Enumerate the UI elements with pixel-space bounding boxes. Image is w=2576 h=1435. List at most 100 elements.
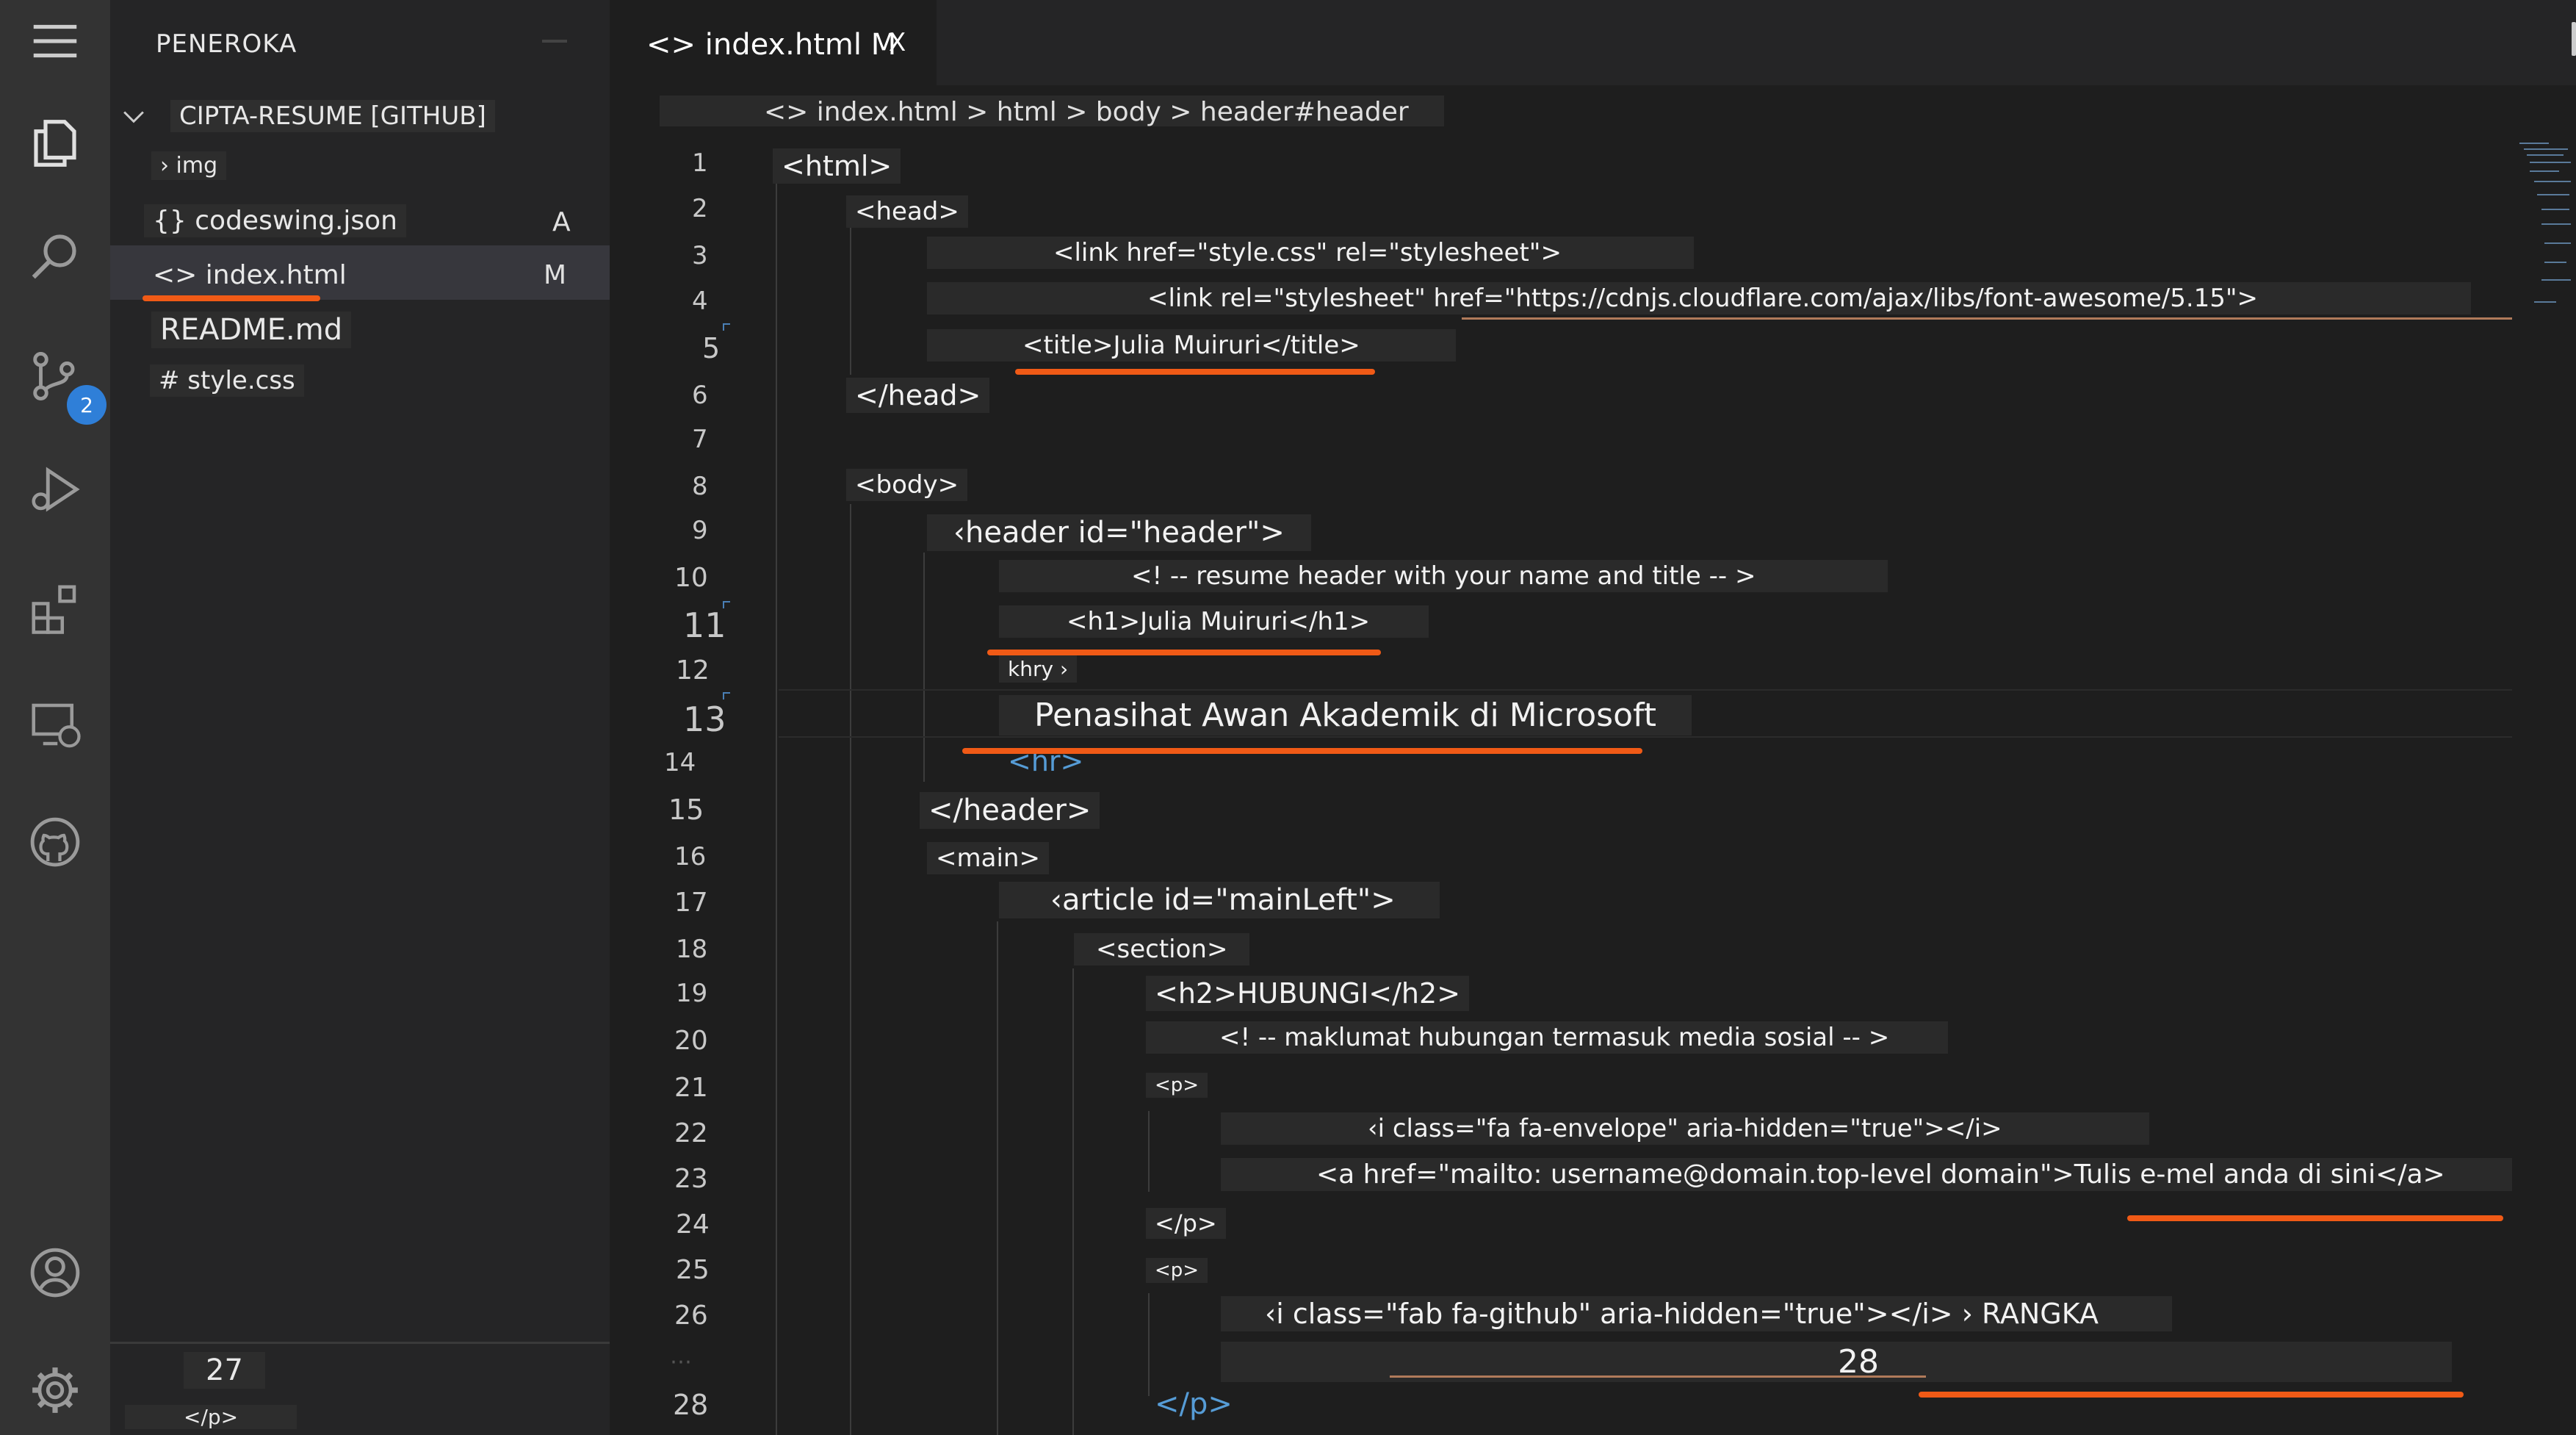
indent-guide	[1072, 968, 1074, 1435]
line-number: 1	[692, 148, 708, 178]
code-line[interactable]: <! -- resume header with your name and t…	[999, 560, 1888, 592]
tab-index-html[interactable]: <> index.html M X	[610, 0, 937, 85]
code-line[interactable]: <p>	[1146, 1258, 1208, 1283]
files-icon[interactable]	[17, 105, 93, 181]
code-line[interactable]: <link href="style.css" rel="stylesheet">	[927, 237, 1694, 269]
menu-icon[interactable]	[17, 3, 93, 79]
line-number: 17	[674, 888, 708, 918]
extensions-icon[interactable]	[17, 570, 93, 647]
search-icon[interactable]	[17, 217, 93, 294]
tree-item-codeswing-json[interactable]: {} codeswing.json	[144, 204, 406, 237]
annotation-underline	[987, 650, 1381, 655]
annotation-underline	[962, 748, 1642, 754]
indent-guide	[1148, 1293, 1150, 1396]
code-line[interactable]: khry ›	[999, 655, 1078, 683]
line-number: 12	[676, 655, 710, 686]
minimap-line	[2524, 148, 2568, 150]
github-icon[interactable]	[17, 804, 93, 880]
minimap-line	[2530, 162, 2571, 163]
indent-guide	[1148, 1111, 1150, 1192]
annotation-underline	[1919, 1392, 2464, 1398]
editor-actions-edge	[2572, 22, 2576, 56]
line-number: 3	[692, 241, 708, 270]
minimap-line	[2537, 194, 2569, 195]
code-line[interactable]: <! -- maklumat hubungan termasuk media s…	[1146, 1021, 1949, 1054]
annotation-underline	[142, 295, 320, 301]
fold-marker	[723, 692, 730, 699]
minimap[interactable]	[2512, 132, 2576, 1435]
chevron-down-icon	[123, 111, 144, 123]
code-line[interactable]: <link rel="stylesheet" href="https://cdn…	[927, 282, 2472, 314]
breadcrumb-path[interactable]: <> index.html > html > body > header#hea…	[764, 97, 1409, 127]
minimap-line	[2527, 154, 2564, 156]
code-line[interactable]: <h1>Julia Muiruri</h1>	[999, 605, 1429, 638]
tree-item-img[interactable]: › img	[151, 151, 227, 180]
code-line[interactable]: </header>	[920, 792, 1100, 829]
annotation-underline	[2127, 1215, 2503, 1221]
code-line[interactable]: <head>	[846, 195, 968, 228]
git-status-modified: M	[544, 260, 567, 290]
remote-explorer-icon[interactable]	[17, 686, 93, 763]
line-number: 26	[674, 1301, 708, 1331]
explorer-sidebar: PENEROKA CIPTA-RESUME [GITHUB] › img {} …	[110, 0, 610, 1435]
close-icon[interactable]: X	[889, 28, 906, 57]
workspace-folder[interactable]: CIPTA-RESUME [GITHUB]	[110, 94, 610, 137]
code-line[interactable]: ‹i class="fa fa-envelope" aria-hidden="t…	[1221, 1112, 2149, 1145]
code-line[interactable]: <html>	[773, 148, 901, 184]
fold-marker	[723, 323, 730, 331]
indent-guide	[923, 553, 925, 782]
outline-code-snippet: </p>	[125, 1405, 297, 1429]
line-number: 6	[692, 381, 708, 410]
line-number: 28	[673, 1389, 709, 1421]
git-status-added: A	[552, 207, 571, 237]
editor-tab-bar: <> index.html M X	[610, 0, 2576, 85]
annotation-underline	[1015, 369, 1375, 375]
tree-item-index-html[interactable]: <> index.html	[144, 259, 356, 292]
panel-divider	[110, 1342, 610, 1344]
code-line[interactable]	[846, 423, 864, 426]
minimap-line	[2534, 301, 2556, 303]
line-number: 2	[692, 194, 708, 223]
code-line[interactable]: <body>	[846, 469, 968, 501]
source-control-badge: 2	[67, 385, 107, 425]
run-debug-icon[interactable]	[17, 451, 93, 528]
line-number: 18	[676, 935, 708, 964]
code-line[interactable]: <title>Julia Muiruri</title>	[927, 329, 1456, 362]
line-number: 21	[674, 1073, 708, 1103]
code-line[interactable]: </p>	[1146, 1386, 1241, 1423]
tree-item-readme[interactable]: README.md	[151, 312, 352, 348]
line-number: 5	[702, 332, 721, 364]
explorer-more-actions[interactable]	[542, 40, 567, 43]
source-control-icon[interactable]: 2	[17, 338, 107, 425]
minimap-line	[2541, 223, 2571, 225]
line-number: 9	[692, 516, 708, 545]
activity-bar: 2	[0, 0, 110, 1435]
code-line[interactable]: Penasihat Awan Akademik di Microsoft	[999, 695, 1692, 736]
code-line[interactable]: <p>	[1146, 1073, 1208, 1098]
minimap-line	[2544, 262, 2566, 263]
settings-gear-icon[interactable]	[17, 1352, 93, 1428]
line-number: 8	[692, 472, 708, 501]
code-line[interactable]: <a href="mailto: username@domain.top-lev…	[1221, 1158, 2519, 1191]
outline-line-number: 27	[184, 1352, 265, 1389]
tree-item-style-css[interactable]: # style.css	[150, 364, 304, 397]
link-underline	[1390, 1375, 1926, 1378]
workspace-folder-label: CIPTA-RESUME [GITHUB]	[170, 100, 495, 132]
explorer-title: PENEROKA	[156, 29, 297, 59]
breadcrumb[interactable]: <> index.html > html > body > header#hea…	[660, 96, 1444, 127]
line-number-folded: ⋯	[670, 1349, 692, 1375]
line-number: 16	[674, 842, 707, 871]
line-number: 15	[668, 794, 704, 826]
line-number: 22	[674, 1118, 708, 1148]
code-line[interactable]: </p>	[1146, 1208, 1226, 1239]
code-line[interactable]: <main>	[927, 842, 1049, 874]
link-underline	[1462, 317, 2512, 320]
code-line[interactable]: ‹i class="fab fa-github" aria-hidden="tr…	[1221, 1296, 2172, 1331]
line-number: 24	[676, 1209, 710, 1240]
code-line[interactable]: ‹header id="header">	[927, 514, 1311, 551]
code-line[interactable]: <section>	[1074, 933, 1250, 965]
code-line[interactable]: </head>	[846, 378, 990, 413]
account-icon[interactable]	[17, 1234, 93, 1311]
code-line[interactable]: <h2>HUBUNGI</h2>	[1146, 976, 1470, 1011]
code-line[interactable]: ‹article id="mainLeft">	[999, 882, 1440, 918]
